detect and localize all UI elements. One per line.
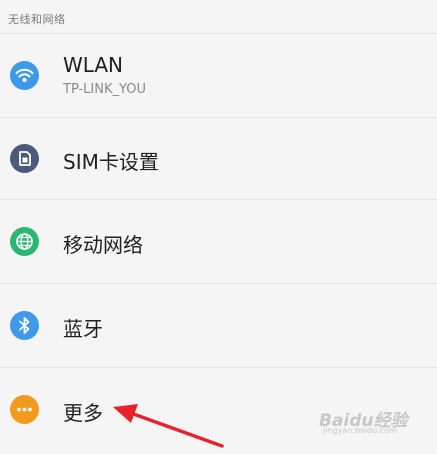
settings-item-sim[interactable]: SIM卡设置 <box>0 118 437 200</box>
wlan-network-name: TP-LINK_YOU <box>63 82 146 97</box>
more-label: 更多 <box>63 401 103 425</box>
wifi-icon <box>10 61 39 90</box>
bluetooth-label: 蓝牙 <box>63 317 103 341</box>
section-title: 无线和网络 <box>8 13 66 26</box>
section-header: 无线和网络 <box>0 0 437 34</box>
mobile-network-label: 移动网络 <box>63 233 143 257</box>
settings-item-more[interactable]: 更多 <box>0 368 437 454</box>
sim-card-icon <box>10 144 39 173</box>
globe-icon <box>10 227 39 256</box>
settings-item-wlan[interactable]: WLAN TP-LINK_YOU <box>0 34 437 118</box>
wlan-label: WLAN <box>63 53 124 77</box>
more-icon <box>10 395 39 424</box>
settings-screen: 无线和网络 WLAN TP-LINK_YOU SIM卡设置 移动网络 蓝牙 更多… <box>0 0 437 454</box>
sim-settings-label: SIM卡设置 <box>63 150 159 174</box>
settings-item-bluetooth[interactable]: 蓝牙 <box>0 284 437 368</box>
settings-item-mobile-network[interactable]: 移动网络 <box>0 200 437 284</box>
bluetooth-icon <box>10 311 39 340</box>
